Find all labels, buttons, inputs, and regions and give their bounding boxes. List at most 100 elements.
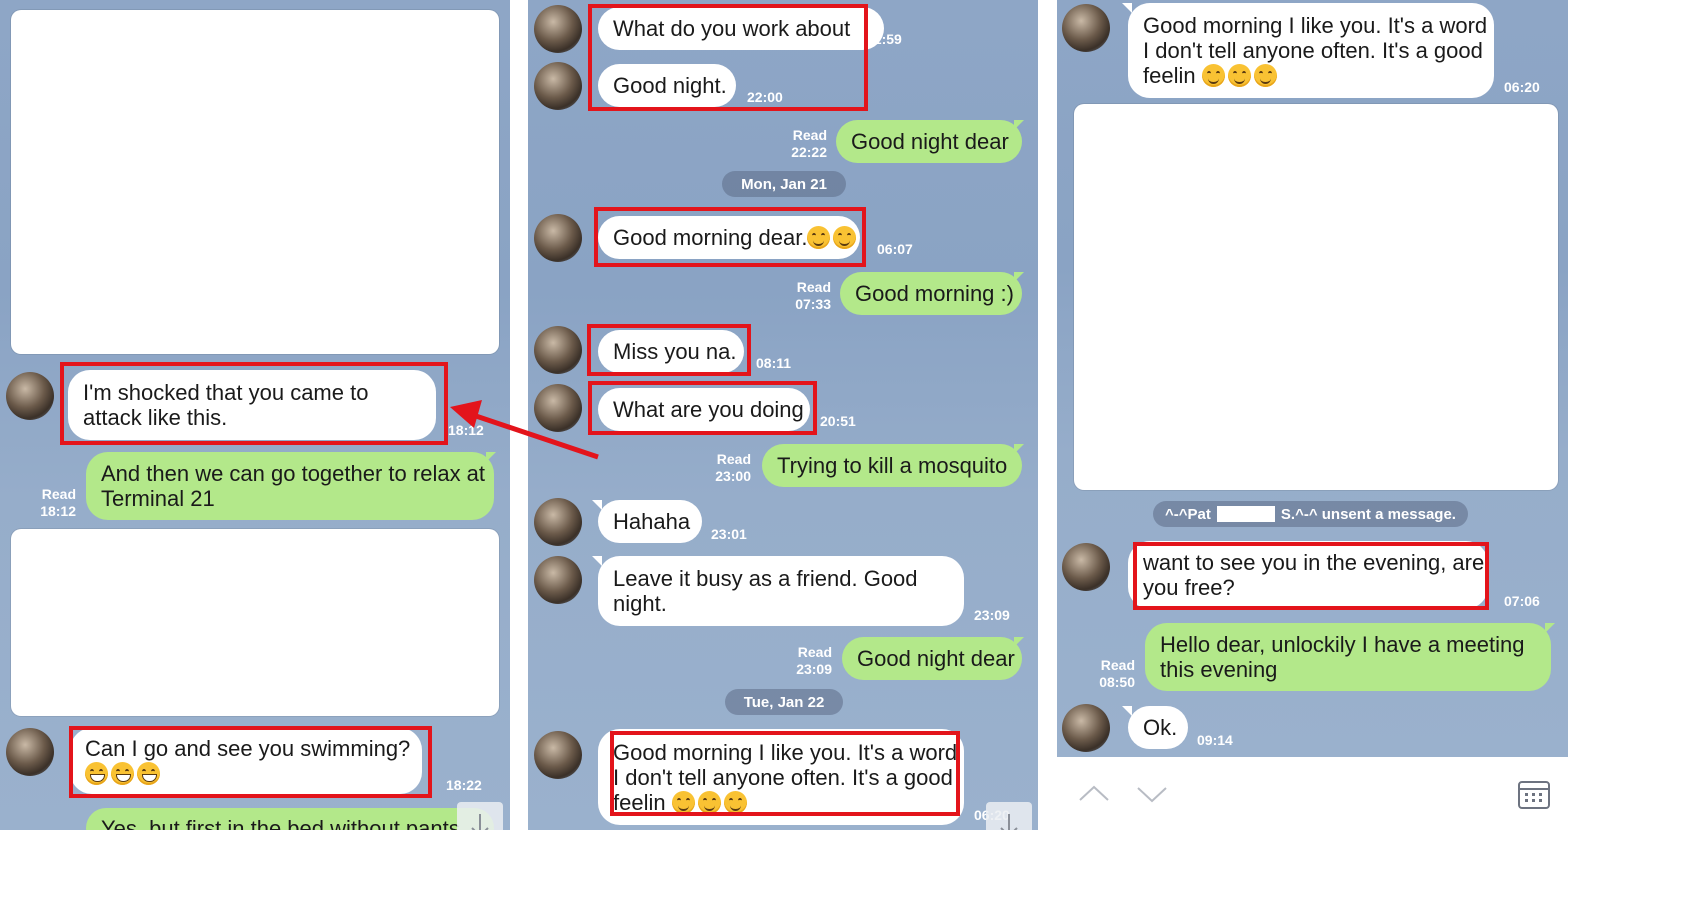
message-bubble[interactable]: Good morning :)	[840, 272, 1022, 315]
highlight-box	[60, 362, 448, 445]
timestamp: 23:09	[796, 661, 832, 677]
read-label: Read	[796, 279, 831, 295]
chat-panel-1: I'm shocked that you came to attack like…	[0, 0, 510, 830]
read-label: Read	[1100, 657, 1135, 673]
highlight-box	[594, 207, 866, 267]
scroll-down-button[interactable]	[986, 802, 1032, 830]
smile-emoji	[1201, 64, 1225, 87]
timestamp: 20:51	[820, 413, 856, 429]
timestamp: 08:50	[1099, 674, 1135, 690]
highlight-box	[610, 731, 960, 816]
avatar[interactable]	[534, 214, 582, 262]
message-bubble[interactable]: Hello dear, unlockily I have a meeting t…	[1145, 623, 1551, 691]
message-text: Hahaha	[613, 509, 691, 534]
calendar-icon[interactable]	[1517, 778, 1551, 810]
avatar[interactable]	[534, 62, 582, 110]
message-text: feelin	[1143, 63, 1479, 88]
bubble-tail	[486, 452, 496, 462]
avatar[interactable]	[534, 556, 582, 604]
message-bubble[interactable]: And then we can go together to relax at …	[86, 452, 494, 520]
message-bubble[interactable]: Yes, but first in the bed without pants	[86, 808, 494, 830]
message-text: night.	[613, 591, 667, 616]
read-receipt: Read 22:22	[780, 127, 827, 161]
message-text: Terminal 21	[101, 486, 215, 511]
redacted-image-3[interactable]	[1074, 104, 1558, 490]
avatar[interactable]	[534, 498, 582, 546]
message-text: Good night dear	[851, 129, 1009, 154]
highlight-box	[1133, 542, 1489, 610]
avatar[interactable]	[6, 728, 54, 776]
bubble-tail	[1014, 120, 1024, 130]
read-label: Read	[716, 451, 751, 467]
highlight-box	[588, 4, 868, 111]
message-text: I don't tell anyone often. It's a good	[1143, 38, 1483, 63]
timestamp: 18:22	[446, 777, 482, 793]
chevron-up-icon[interactable]	[1077, 783, 1111, 803]
read-receipt: Read 23:09	[785, 644, 832, 678]
read-label: Read	[41, 486, 76, 502]
message-bubble[interactable]: Good night dear	[842, 637, 1022, 680]
bubble-tail	[592, 500, 602, 510]
avatar[interactable]	[1062, 704, 1110, 752]
message-text: Yes, but first in the bed without pants	[101, 815, 460, 831]
chevron-down-icon[interactable]	[1135, 785, 1169, 805]
read-receipt: Read 08:50	[1088, 657, 1135, 691]
avatar[interactable]	[6, 372, 54, 420]
timestamp: 23:00	[715, 468, 751, 484]
read-receipt: Read 07:33	[784, 279, 831, 313]
highlight-box	[69, 726, 432, 798]
timestamp: 18:12	[40, 503, 76, 519]
message-bubble[interactable]: Hahaha	[598, 500, 702, 543]
read-label: Read	[792, 127, 827, 143]
redacted-image-1[interactable]	[11, 10, 499, 354]
message-bubble[interactable]: Ok.	[1128, 706, 1188, 749]
message-text: Ok.	[1143, 715, 1178, 740]
avatar[interactable]	[534, 384, 582, 432]
smile-emoji	[1253, 64, 1277, 87]
bubble-tail	[1014, 272, 1024, 282]
redacted-image-2[interactable]	[11, 529, 499, 716]
read-receipt: Read 23:00	[704, 451, 751, 485]
highlight-box	[588, 381, 817, 435]
timestamp: 21:59	[866, 31, 902, 47]
bubble-tail	[1014, 637, 1024, 647]
message-bubble[interactable]: Good morning I like you. It's a word I d…	[1128, 3, 1494, 98]
message-text: Good morning I like you. It's a word	[1143, 13, 1488, 38]
timestamp: 08:11	[756, 355, 792, 371]
message-text: Hello dear, unlockily I have a meeting	[1160, 632, 1525, 657]
avatar[interactable]	[1062, 4, 1110, 52]
date-separator: Mon, Jan 21	[722, 171, 846, 197]
avatar[interactable]	[534, 326, 582, 374]
timestamp: 09:14	[1197, 732, 1233, 748]
timestamp: 06:07	[877, 241, 913, 257]
avatar[interactable]	[534, 731, 582, 779]
timestamp: 18:12	[448, 422, 484, 438]
message-bubble[interactable]: Leave it busy as a friend. Good night.	[598, 556, 964, 626]
timestamp: 07:06	[1504, 593, 1540, 609]
message-bubble[interactable]: Good night dear	[836, 120, 1022, 163]
message-text: Trying to kill a mosquito	[777, 453, 1008, 478]
bubble-tail	[592, 556, 602, 566]
message-text: this evening	[1160, 657, 1278, 682]
message-bubble[interactable]: Trying to kill a mosquito	[762, 444, 1022, 487]
timestamp: 07:33	[795, 296, 831, 312]
notice-text: S.^-^ unsent a message.	[1280, 505, 1456, 523]
timestamp: 22:22	[791, 144, 827, 160]
scroll-down-icon	[471, 814, 489, 830]
read-label: Read	[797, 644, 832, 660]
system-notice: ^-^Pat S.^-^ unsent a message.	[1153, 501, 1468, 527]
notice-text: ^-^Pat	[1165, 505, 1211, 523]
chat-panel-3: Good morning I like you. It's a word I d…	[1057, 0, 1568, 757]
message-text: Leave it busy as a friend. Good	[613, 566, 918, 591]
bubble-tail	[1122, 3, 1132, 13]
bubble-tail	[1545, 623, 1555, 633]
avatar[interactable]	[534, 5, 582, 53]
bottom-toolbar	[1057, 757, 1568, 830]
redacted-name	[1216, 506, 1275, 522]
highlight-box	[587, 324, 751, 376]
scroll-down-button[interactable]	[457, 802, 503, 830]
avatar[interactable]	[1062, 543, 1110, 591]
timestamp: 06:20	[1504, 79, 1540, 95]
message-text: Good night dear	[857, 646, 1015, 671]
timestamp: 23:01	[711, 526, 747, 542]
